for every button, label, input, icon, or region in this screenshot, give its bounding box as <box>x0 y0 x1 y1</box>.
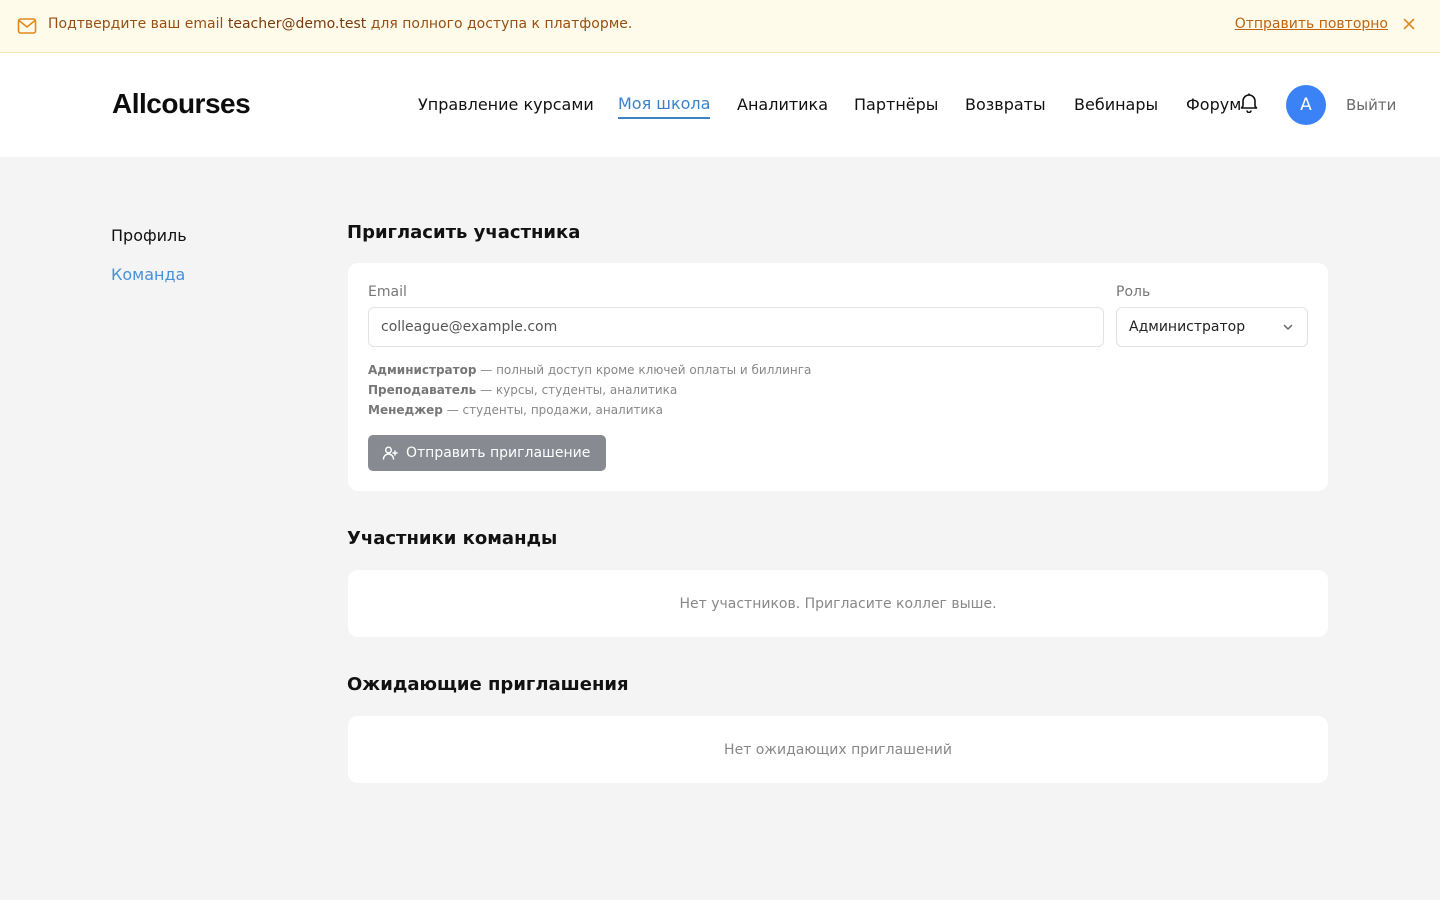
avatar[interactable]: A <box>1286 85 1326 125</box>
email-verification-banner: Подтвердите ваш email teacher@demo.test … <box>0 0 1440 53</box>
role-desc: — курсы, студенты, аналитика <box>476 383 678 397</box>
close-icon[interactable] <box>1400 15 1418 33</box>
role-name: Администратор <box>368 363 477 377</box>
sidebar-item-profile[interactable]: Профиль <box>111 226 187 245</box>
pending-section-title: Ожидающие приглашения <box>347 674 629 695</box>
chevron-down-icon <box>1283 324 1293 330</box>
nav-item-my-school[interactable]: Моя школа <box>618 94 711 119</box>
banner-message-prefix: Подтвердите ваш email <box>48 16 224 32</box>
nav-item-course-management[interactable]: Управление курсами <box>418 95 594 114</box>
role-name: Преподаватель <box>368 383 477 397</box>
email-label: Email <box>368 284 407 300</box>
email-input[interactable] <box>368 307 1104 347</box>
resend-link[interactable]: Отправить повторно <box>1235 16 1388 32</box>
banner-message-suffix: для полного доступа к платформе. <box>370 16 633 32</box>
role-label: Роль <box>1116 284 1151 300</box>
nav-item-forum[interactable]: Форум <box>1186 95 1241 114</box>
nav-item-refunds[interactable]: Возвраты <box>965 95 1046 114</box>
members-card: Нет участников. Пригласите коллег выше. <box>348 570 1328 637</box>
invite-card: Email Роль Администратор Администратор —… <box>348 263 1328 491</box>
invite-section-title: Пригласить участника <box>347 222 581 243</box>
user-plus-icon <box>382 446 398 460</box>
send-invite-button[interactable]: Отправить приглашение <box>368 435 607 471</box>
mail-icon <box>17 18 37 34</box>
role-description-manager: Менеджер — студенты, продажи, аналитика <box>368 403 663 417</box>
banner-message: Подтвердите ваш email teacher@demo.test … <box>48 16 632 32</box>
logo[interactable]: Allcourses <box>112 88 251 120</box>
members-section-title: Участники команды <box>347 528 558 549</box>
banner-email: teacher@demo.test <box>227 16 367 32</box>
pending-card: Нет ожидающих приглашений <box>348 716 1328 783</box>
nav-item-analytics[interactable]: Аналитика <box>737 95 828 114</box>
role-description-teacher: Преподаватель — курсы, студенты, аналити… <box>368 383 677 397</box>
send-invite-label: Отправить приглашение <box>406 445 591 461</box>
sidebar-item-team[interactable]: Команда <box>111 265 185 284</box>
role-select-value: Администратор <box>1129 319 1246 335</box>
role-description-admin: Администратор — полный доступ кроме ключ… <box>368 363 811 377</box>
logout-link[interactable]: Выйти <box>1346 96 1396 114</box>
role-desc: — студенты, продажи, аналитика <box>442 403 663 417</box>
role-desc: — полный доступ кроме ключей оплаты и би… <box>476 363 812 377</box>
pending-empty-text: Нет ожидающих приглашений <box>724 741 952 758</box>
top-header: Allcourses Управление курсами Моя школа … <box>0 53 1440 157</box>
role-select[interactable]: Администратор <box>1116 307 1308 347</box>
bell-icon[interactable] <box>1238 91 1260 113</box>
nav-item-partners[interactable]: Партнёры <box>854 95 938 114</box>
role-name: Менеджер <box>368 403 443 417</box>
nav-item-webinars[interactable]: Вебинары <box>1074 95 1158 114</box>
members-empty-text: Нет участников. Пригласите коллег выше. <box>679 595 997 612</box>
